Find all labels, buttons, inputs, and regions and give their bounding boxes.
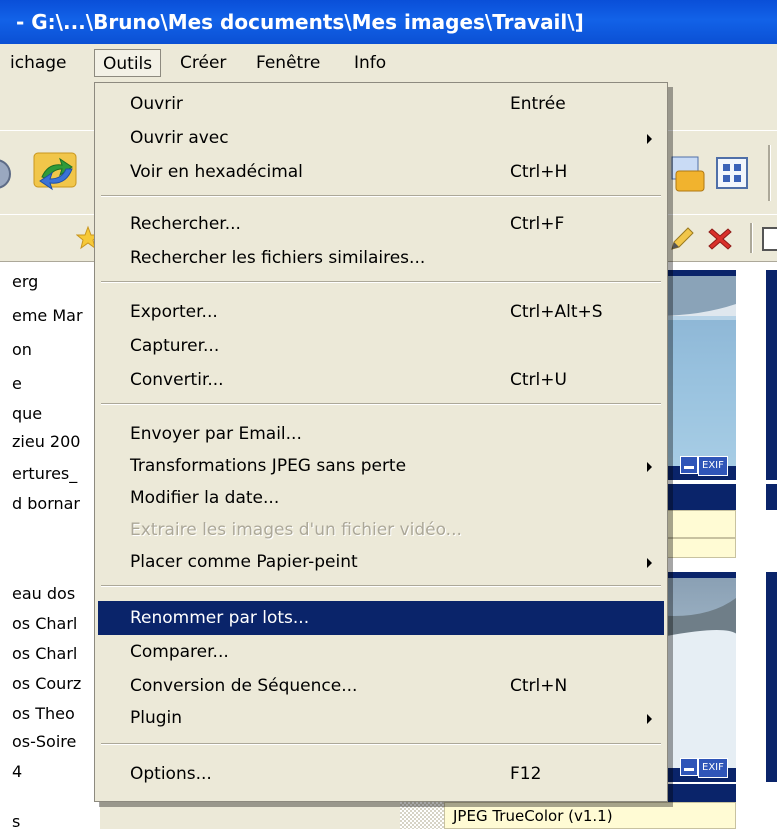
delete-icon[interactable] [706, 225, 734, 253]
menu-fenetre[interactable]: Fenêtre [248, 49, 328, 77]
menu-item-exporter[interactable]: Exporter... Ctrl+Alt+S [98, 295, 664, 329]
partial-toolbar-icon[interactable] [0, 155, 14, 193]
grid-view-icon[interactable] [714, 155, 750, 191]
menu-item-ouvrir-avec[interactable]: Ouvrir avec [98, 121, 664, 155]
menu-item-shortcut: Ctrl+N [510, 676, 568, 696]
menu-item-transformations-jpeg[interactable]: Transformations JPEG sans perte [98, 449, 664, 483]
submenu-arrow-icon [647, 462, 652, 472]
folder-item[interactable]: os Charl [12, 642, 77, 666]
menu-item-shortcut: Ctrl+U [510, 370, 567, 390]
edit-pencil-icon[interactable] [668, 225, 696, 253]
menu-item-papier-peint[interactable]: Placer comme Papier-peint [98, 545, 664, 579]
menu-item-plugin[interactable]: Plugin [98, 701, 664, 735]
menu-item-shortcut: F12 [510, 764, 542, 784]
menu-item-label: Ouvrir avec [130, 128, 229, 148]
submenu-arrow-icon [647, 714, 652, 724]
folder-tree-panel: erg eme Mar on e que zieu 200 ertures_ d… [0, 262, 100, 829]
partial-toolbar-icon[interactable] [760, 225, 777, 253]
menu-separator [101, 403, 661, 405]
folder-item[interactable]: eme Mar [12, 304, 83, 328]
submenu-arrow-icon [647, 134, 652, 144]
menu-item-modifier-date[interactable]: Modifier la date... [98, 481, 664, 515]
menu-info[interactable]: Info [346, 49, 394, 77]
menu-affichage[interactable]: ichage [2, 49, 75, 77]
menu-item-label: Voir en hexadécimal [130, 162, 303, 182]
thumbnail-frame-partial[interactable] [766, 270, 777, 480]
menu-item-comparer[interactable]: Comparer... [98, 635, 664, 669]
exif-badge: EXIF [698, 456, 728, 476]
refresh-folder-icon[interactable] [32, 147, 82, 197]
minimize-thumb-icon[interactable] [680, 456, 698, 474]
thumbnail-info: JPEG TrueColor (v1.1) [444, 802, 736, 829]
menu-item-envoyer-email[interactable]: Envoyer par Email... [98, 417, 664, 451]
thumbnail-caption-bar-partial [766, 484, 777, 510]
menu-item-label: Placer comme Papier-peint [130, 552, 358, 572]
folder-item[interactable]: os Theo [12, 702, 75, 726]
menu-item-label: Capturer... [130, 336, 220, 356]
menu-item-rechercher-similaires[interactable]: Rechercher les fichiers similaires... [98, 241, 664, 275]
folder-item[interactable]: on [12, 338, 32, 362]
folder-item[interactable]: s [12, 810, 20, 829]
folder-item[interactable]: d bornar [12, 492, 80, 516]
menu-item-shortcut: Entrée [510, 94, 566, 114]
menu-item-shortcut: Ctrl+Alt+S [510, 302, 603, 322]
submenu-arrow-icon [647, 558, 652, 568]
menu-separator [101, 743, 661, 745]
menu-item-convertir[interactable]: Convertir... Ctrl+U [98, 363, 664, 397]
folder-item[interactable]: os Courz [12, 672, 81, 696]
menu-item-shortcut: Ctrl+F [510, 214, 565, 234]
menu-item-label: Modifier la date... [130, 488, 280, 508]
menu-outils[interactable]: Outils [94, 49, 162, 77]
menu-item-label: Renommer par lots... [130, 608, 310, 628]
menu-item-label: Extraire les images d'un fichier vidéo..… [130, 520, 462, 540]
menu-item-label: Transformations JPEG sans perte [130, 456, 407, 476]
folder-item[interactable]: 4 [12, 760, 22, 784]
folder-item[interactable]: eau dos [12, 582, 75, 606]
menu-item-label: Rechercher... [130, 214, 241, 234]
folder-item[interactable]: os Charl [12, 612, 77, 636]
toolbar-separator [750, 223, 753, 253]
outils-dropdown-menu: Ouvrir Entrée Ouvrir avec Voir en hexadé… [94, 82, 668, 802]
folder-item[interactable]: zieu 200 [12, 430, 80, 454]
menu-bar: ichage Outils Créer Fenêtre Info [0, 44, 777, 83]
minimize-thumb-icon[interactable] [680, 758, 698, 776]
menu-item-label: Options... [130, 764, 212, 784]
window-title: - G:\...\Bruno\Mes documents\Mes images\… [16, 10, 584, 34]
toolbar-separator [768, 145, 771, 201]
menu-item-ouvrir[interactable]: Ouvrir Entrée [98, 87, 664, 121]
menu-item-label: Rechercher les fichiers similaires... [130, 248, 426, 268]
menu-item-rechercher[interactable]: Rechercher... Ctrl+F [98, 207, 664, 241]
menu-item-renommer-par-lots[interactable]: Renommer par lots... [98, 601, 664, 635]
menu-item-label: Conversion de Séquence... [130, 676, 358, 696]
folder-item[interactable]: ertures_ [12, 462, 77, 486]
menu-item-options[interactable]: Options... F12 [98, 757, 664, 791]
menu-item-label: Comparer... [130, 642, 229, 662]
menu-separator [101, 585, 661, 587]
thumbnail-frame-partial[interactable] [766, 572, 777, 782]
menu-item-label: Envoyer par Email... [130, 424, 302, 444]
menu-item-voir-hexadecimal[interactable]: Voir en hexadécimal Ctrl+H [98, 155, 664, 189]
menu-item-conversion-sequence[interactable]: Conversion de Séquence... Ctrl+N [98, 669, 664, 703]
folder-item[interactable]: os-Soire [12, 730, 76, 754]
menu-separator [101, 281, 661, 283]
menu-item-label: Convertir... [130, 370, 224, 390]
exif-badge: EXIF [698, 758, 728, 778]
folder-item[interactable]: que [12, 402, 42, 426]
menu-separator [101, 195, 661, 197]
menu-item-extraire-images-video: Extraire les images d'un fichier vidéo..… [98, 513, 664, 547]
folder-item[interactable]: e [12, 372, 22, 396]
menu-item-label: Ouvrir [130, 94, 183, 114]
menu-item-shortcut: Ctrl+H [510, 162, 568, 182]
menu-creer[interactable]: Créer [172, 49, 234, 77]
menu-item-capturer[interactable]: Capturer... [98, 329, 664, 363]
window-title-bar: - G:\...\Bruno\Mes documents\Mes images\… [0, 0, 777, 44]
export-icon[interactable] [668, 153, 706, 193]
menu-item-label: Exporter... [130, 302, 218, 322]
menu-item-label: Plugin [130, 708, 183, 728]
folder-item[interactable]: erg [12, 270, 38, 294]
